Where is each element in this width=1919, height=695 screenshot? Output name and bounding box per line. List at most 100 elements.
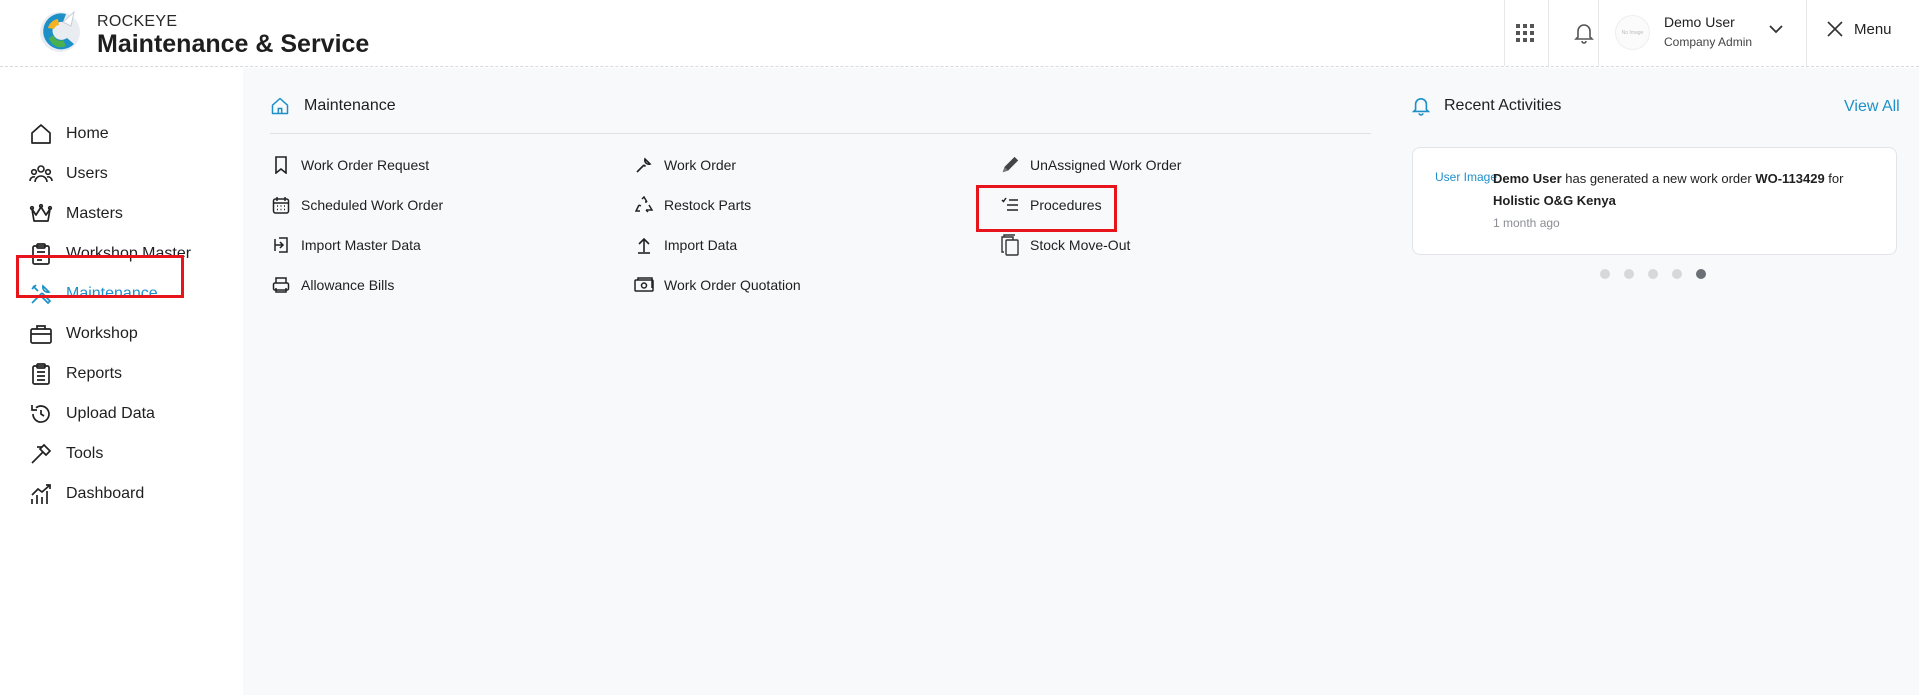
- sidebar-item-workshop-master[interactable]: Workshop Master: [28, 238, 191, 270]
- avatar[interactable]: No Image: [1615, 15, 1650, 50]
- activity-card[interactable]: User Image Demo User has generated a new…: [1412, 147, 1897, 255]
- activity-user: Demo User: [1493, 171, 1562, 186]
- link-label: Work Order: [664, 157, 737, 173]
- link-label: Work Order Request: [301, 157, 430, 173]
- sidebar: Home Users Masters Workshop Master Maint…: [0, 68, 243, 695]
- sidebar-item-workshop[interactable]: Workshop: [28, 318, 138, 350]
- activity-work-order: WO-113429: [1755, 171, 1825, 186]
- app-title: Maintenance & Service: [97, 30, 370, 58]
- link-work-order-request[interactable]: Work Order Request: [271, 152, 429, 178]
- chart-icon: [28, 481, 54, 507]
- clipboard-icon: [28, 241, 54, 267]
- menu-label: Menu: [1854, 20, 1892, 38]
- carousel-dot-active[interactable]: [1696, 269, 1706, 279]
- view-all-link[interactable]: View All: [1844, 98, 1900, 116]
- report-icon: [28, 361, 54, 387]
- chevron-down-icon[interactable]: [1767, 20, 1785, 38]
- carousel-dot[interactable]: [1624, 269, 1634, 279]
- link-work-order[interactable]: Work Order: [634, 152, 736, 178]
- import-icon: [271, 235, 291, 255]
- brand-name: ROCKEYE: [97, 13, 178, 30]
- header-divider: [1504, 0, 1505, 66]
- link-label: Restock Parts: [664, 197, 752, 213]
- sidebar-item-label: Reports: [66, 365, 123, 382]
- activity-time: 1 month ago: [1493, 216, 1560, 230]
- sidebar-item-label: Users: [66, 165, 108, 182]
- link-import-master-data[interactable]: Import Master Data: [271, 232, 421, 258]
- checklist-icon: [1000, 195, 1020, 215]
- activity-for: for: [1824, 171, 1844, 186]
- wrench-icon: [634, 155, 654, 175]
- apps-grid-button[interactable]: [1508, 16, 1542, 50]
- crown-icon: [28, 201, 54, 227]
- bookmark-icon: [271, 155, 291, 175]
- sidebar-item-masters[interactable]: Masters: [28, 198, 123, 230]
- header-divider: [1806, 0, 1807, 66]
- calendar-icon: [271, 195, 291, 215]
- header-divider: [1598, 0, 1599, 66]
- apps-grid-icon: [1516, 24, 1534, 42]
- recent-activities-title: Recent Activities: [1444, 97, 1562, 114]
- link-label: Scheduled Work Order: [301, 197, 444, 213]
- notifications-button[interactable]: [1567, 16, 1601, 50]
- user-image-placeholder: User Image: [1435, 170, 1498, 184]
- history-icon: [28, 401, 54, 427]
- sidebar-item-tools[interactable]: Tools: [28, 438, 103, 470]
- activity-text: Demo User has generated a new work order…: [1493, 168, 1883, 212]
- carousel-dot[interactable]: [1648, 269, 1658, 279]
- link-label: Work Order Quotation: [664, 277, 801, 293]
- carousel-dot[interactable]: [1600, 269, 1610, 279]
- sidebar-item-dashboard[interactable]: Dashboard: [28, 478, 144, 510]
- link-work-order-quotation[interactable]: Work Order Quotation: [634, 272, 801, 298]
- printer-icon: [271, 275, 291, 295]
- section-title: Maintenance: [304, 97, 396, 114]
- menu-button[interactable]: Menu: [1826, 20, 1892, 38]
- link-restock-parts[interactable]: Restock Parts: [634, 192, 751, 218]
- recycle-icon: [634, 195, 654, 215]
- section-header: Maintenance: [270, 96, 396, 116]
- link-unassigned-work-order[interactable]: UnAssigned Work Order: [1000, 152, 1181, 178]
- sidebar-item-home[interactable]: Home: [28, 118, 109, 150]
- sidebar-item-label: Masters: [66, 205, 123, 222]
- link-scheduled-work-order[interactable]: Scheduled Work Order: [271, 192, 443, 218]
- link-allowance-bills[interactable]: Allowance Bills: [271, 272, 394, 298]
- sidebar-item-label: Upload Data: [66, 405, 155, 422]
- link-stock-move-out[interactable]: Stock Move-Out: [1000, 232, 1130, 258]
- sidebar-item-maintenance[interactable]: Maintenance: [28, 278, 158, 310]
- carousel-dots: [1600, 269, 1706, 279]
- close-icon: [1827, 21, 1843, 37]
- link-label: Import Master Data: [301, 237, 421, 253]
- link-procedures[interactable]: Procedures: [1000, 192, 1102, 218]
- activity-company: Holistic O&G Kenya: [1493, 193, 1616, 208]
- home-icon: [271, 97, 289, 115]
- bell-icon: [1574, 24, 1594, 44]
- user-name: Demo User: [1664, 14, 1735, 30]
- hammer-icon: [28, 441, 54, 467]
- carousel-dot[interactable]: [1672, 269, 1682, 279]
- rockeye-logo[interactable]: [36, 8, 84, 56]
- sidebar-item-label: Maintenance: [66, 285, 158, 302]
- sidebar-item-users[interactable]: Users: [28, 158, 108, 190]
- money-icon: [634, 275, 654, 295]
- home-icon: [28, 121, 54, 147]
- copy-icon: [1000, 234, 1020, 256]
- briefcase-icon: [28, 321, 54, 347]
- recent-activities-header: Recent Activities: [1412, 96, 1561, 116]
- sidebar-item-label: Home: [66, 125, 109, 142]
- sidebar-item-label: Dashboard: [66, 485, 145, 502]
- link-label: Procedures: [1030, 197, 1102, 213]
- link-label: Stock Move-Out: [1030, 237, 1131, 253]
- header-divider: [1548, 0, 1549, 66]
- activity-message: has generated a new work order: [1561, 171, 1756, 186]
- top-header: ROCKEYE Maintenance & Service No Image D…: [0, 0, 1919, 67]
- link-import-data[interactable]: Import Data: [634, 232, 737, 258]
- section-divider: [270, 133, 1371, 134]
- link-label: Import Data: [664, 237, 738, 253]
- bell-icon: [1412, 98, 1430, 116]
- link-label: UnAssigned Work Order: [1030, 157, 1182, 173]
- upload-icon: [634, 235, 654, 255]
- sidebar-item-upload-data[interactable]: Upload Data: [28, 398, 155, 430]
- users-icon: [28, 161, 54, 187]
- sidebar-item-label: Tools: [66, 445, 104, 462]
- sidebar-item-reports[interactable]: Reports: [28, 358, 122, 390]
